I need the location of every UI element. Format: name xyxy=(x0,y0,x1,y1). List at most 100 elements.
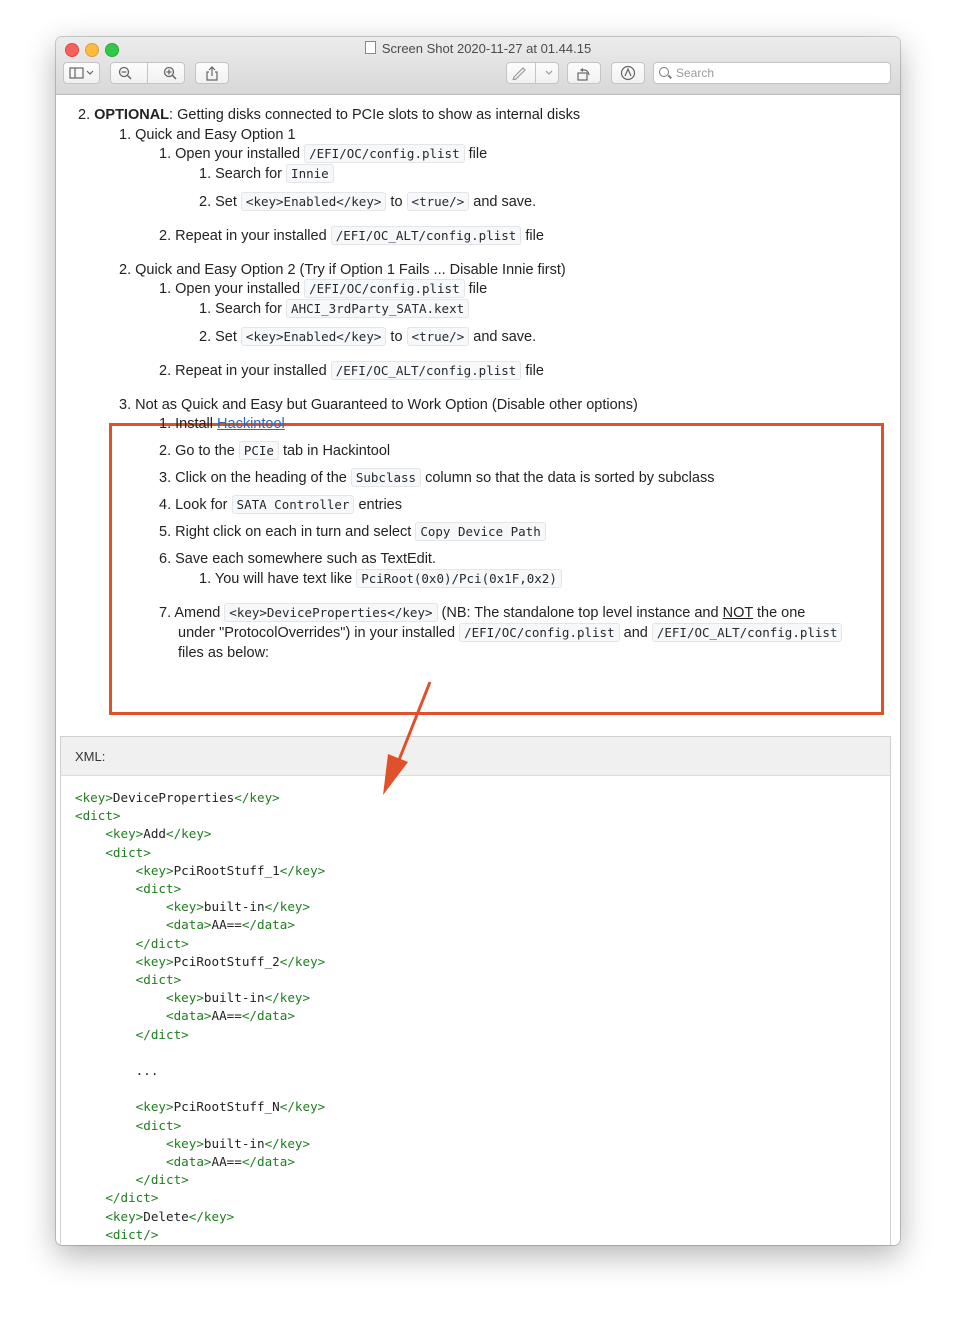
chevron-down-icon xyxy=(545,70,553,75)
xml-line: <dict> xyxy=(75,844,151,862)
xml-line: <dict> xyxy=(75,880,182,898)
xml-line: <key>built-in</key> xyxy=(75,1135,310,1153)
xml-tag-close: </key> xyxy=(188,1208,235,1224)
xml-tag-open: </dict> xyxy=(75,935,189,951)
xml-text: AA== xyxy=(211,1154,242,1169)
xml-line: ... xyxy=(75,1062,159,1080)
zoom-out-icon[interactable] xyxy=(118,66,132,80)
markup-pen-button[interactable] xyxy=(506,62,559,84)
xml-tag-close: </key> xyxy=(234,790,280,805)
xml-text: built-in xyxy=(203,990,265,1006)
xml-text: built-in xyxy=(203,1135,265,1151)
sidebar-icon xyxy=(68,67,93,79)
option-3-step-6: 6. Save each somewhere such as TextEdit. xyxy=(159,551,436,567)
zoom-controls xyxy=(110,62,185,84)
option-3-substep-1: 1. You will have text like PciRoot(0x0)/… xyxy=(199,569,562,589)
xml-tag-open: <data> xyxy=(75,1154,212,1169)
xml-line: </dict> xyxy=(75,1171,189,1189)
xml-line: <dict> xyxy=(75,1117,182,1135)
xml-tag-open: </dict> xyxy=(75,1026,189,1042)
xml-text: AA== xyxy=(211,917,242,933)
option-1-step-1: 1. Open your installed /EFI/OC/config.pl… xyxy=(159,144,488,163)
xml-tag-close: </key> xyxy=(279,1099,326,1115)
xml-line: <key>DeviceProperties</key> xyxy=(75,789,280,807)
xml-line: <key>built-in</key> xyxy=(75,989,310,1007)
hackintool-link[interactable]: Hackintool xyxy=(217,416,285,432)
rotate-button[interactable] xyxy=(567,62,601,84)
window-title: Screen Shot 2020-11-27 at 01.44.15 xyxy=(56,41,900,56)
search-input[interactable]: Search xyxy=(653,62,891,84)
xml-text: ... xyxy=(75,1063,159,1078)
xml-tag-open: <dict> xyxy=(75,972,182,987)
xml-tag-open: <dict/> xyxy=(75,1226,159,1242)
preview-window: Screen Shot 2020-11-27 at 01.44.15 Searc… xyxy=(56,37,900,1245)
xml-tag-open: <key> xyxy=(75,826,144,842)
option-2-substep-1: 1. Search for AHCI_3rdParty_SATA.kext xyxy=(199,299,470,319)
xml-tag-open: <dict> xyxy=(75,1117,182,1133)
xml-text: Add xyxy=(143,826,166,842)
xml-line: <key>built-in</key> xyxy=(75,898,310,916)
xml-tag-close: </data> xyxy=(241,1008,295,1024)
xml-tag-open: <key> xyxy=(75,953,174,969)
xml-text: built-in xyxy=(203,899,265,915)
xml-text: AA== xyxy=(211,1008,242,1024)
option-1-substep-1: 1. Search for Innie xyxy=(199,164,334,184)
xml-tag-open: <dict> xyxy=(75,844,151,860)
xml-line: <dict/> xyxy=(75,1226,158,1244)
xml-tag-close: </key> xyxy=(264,899,311,915)
sidebar-toggle-button[interactable] xyxy=(63,62,100,84)
option-1-heading: 1. Quick and Easy Option 1 xyxy=(119,127,296,143)
xml-tag-open: <key> xyxy=(75,990,204,1006)
markup-toolbar-button[interactable] xyxy=(611,62,645,84)
xml-tag-open: <dict> xyxy=(75,881,182,896)
option-3-heading: 3. Not as Quick and Easy but Guaranteed … xyxy=(119,397,638,413)
xml-line: <dict> xyxy=(75,807,121,825)
xml-line: <key>Add</key> xyxy=(75,825,211,843)
xml-tag-open: <key> xyxy=(75,1099,174,1115)
xml-tag-open: <data> xyxy=(75,917,212,933)
xml-tag-close: </key> xyxy=(264,990,311,1006)
xml-tag-open: <key> xyxy=(75,1135,204,1151)
option-1-substep-2: 2. Set <key>Enabled</key> to <true/> and… xyxy=(199,192,537,211)
zoom-in-icon[interactable] xyxy=(163,66,177,80)
xml-text: PciRootStuff_N xyxy=(173,1099,280,1115)
option-3-step-4: 4. Look for SATA Controller entries xyxy=(159,495,402,514)
document-icon xyxy=(364,41,376,54)
xml-tag-open: <key> xyxy=(75,1208,144,1224)
option-2-heading: 2. Quick and Easy Option 2 (Try if Optio… xyxy=(119,262,566,278)
xml-tag-open: </dict> xyxy=(75,1190,159,1206)
xml-tag-close: </key> xyxy=(264,1135,311,1151)
xml-tag-close: </data> xyxy=(241,917,295,933)
xml-tag-open: <key> xyxy=(75,899,204,915)
xml-line: </dict> xyxy=(75,935,189,953)
xml-line: </dict> xyxy=(75,1189,158,1207)
title-bar: Screen Shot 2020-11-27 at 01.44.15 Searc… xyxy=(56,37,900,95)
xml-line: <key>PciRootStuff_N</key> xyxy=(75,1098,326,1116)
option-1-step-2: 2. Repeat in your installed /EFI/OC_ALT/… xyxy=(159,226,544,245)
document-content: 2. OPTIONAL: Getting disks connected to … xyxy=(56,95,900,1245)
xml-line: <key>Delete</key> xyxy=(75,1208,234,1226)
xml-tag-close: </key> xyxy=(279,862,326,878)
search-icon xyxy=(659,67,669,77)
xml-line: <key>PciRootStuff_2</key> xyxy=(75,953,326,971)
xml-tag-open: </dict> xyxy=(75,1172,189,1188)
option-3-step-7-cont: under "ProtocolOverrides") in your insta… xyxy=(178,623,843,643)
xml-tag-close: </key> xyxy=(279,953,326,969)
xml-line: <dict> xyxy=(75,971,182,989)
xml-code-block: XML: <key>DeviceProperties</key> <dict> <… xyxy=(60,736,891,1245)
xml-text: PciRootStuff_1 xyxy=(173,862,280,878)
option-2-substep-2: 2. Set <key>Enabled</key> to <true/> and… xyxy=(199,327,537,346)
option-2-step-1: 1. Open your installed /EFI/OC/config.pl… xyxy=(159,279,488,298)
option-3-step-2: 2. Go to the PCIe tab in Hackintool xyxy=(159,441,391,460)
xml-tag-open: <data> xyxy=(75,1008,212,1024)
xml-code-header: XML: xyxy=(61,737,890,776)
option-3-step-5: 5. Right click on each in turn and selec… xyxy=(159,522,546,542)
share-button[interactable] xyxy=(195,62,229,84)
xml-text: Delete xyxy=(143,1208,189,1224)
option-3-step-7: 7. Amend <key>DeviceProperties</key> (NB… xyxy=(159,603,806,622)
option-3-step-3: 3. Click on the heading of the Subclass … xyxy=(159,468,715,487)
xml-line: <data>AA==</data> xyxy=(75,1007,295,1025)
xml-tag-open: <key> xyxy=(75,862,174,878)
xml-text: DeviceProperties xyxy=(112,790,235,805)
xml-line: </dict> xyxy=(75,1244,128,1245)
